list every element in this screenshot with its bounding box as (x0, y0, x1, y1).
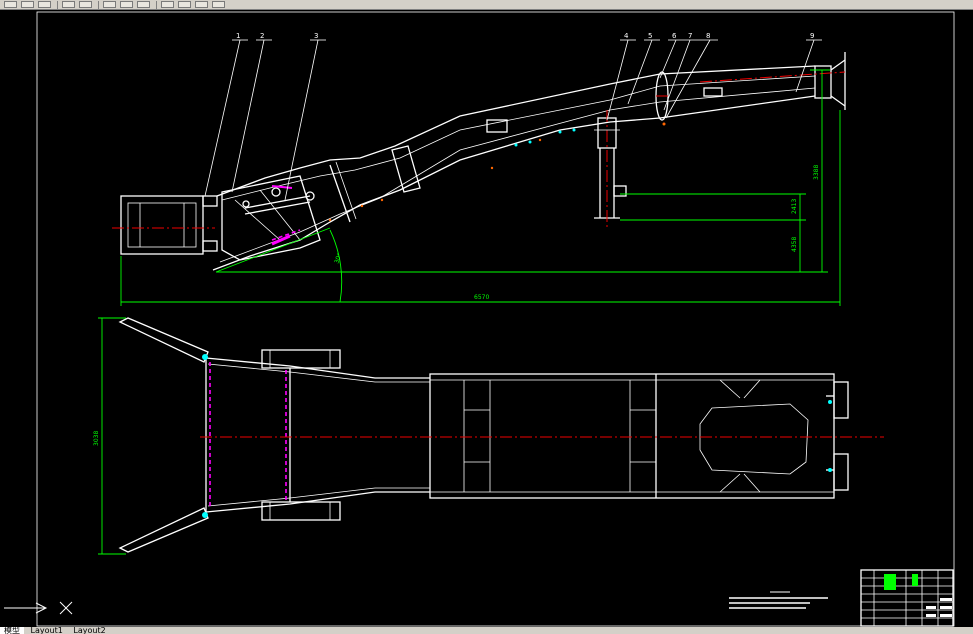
tab-model[interactable]: 模型 (0, 627, 24, 634)
part-label-4: 4 (624, 32, 629, 40)
part-label-8: 8 (706, 32, 710, 40)
frame-upper-chord (216, 65, 816, 197)
drawing-canvas[interactable]: 1 2 3 4 5 6 7 8 9 6570 3388 2413 4358 30… (0, 0, 973, 634)
technical-notes (729, 591, 828, 609)
part-label-2: 2 (260, 32, 264, 40)
dimension-lines (120, 69, 841, 306)
dim-offset-a: 2413 (791, 199, 798, 214)
dim-plan-width: 3038 (93, 431, 100, 446)
part-label-7: 7 (688, 32, 692, 40)
hopper-box (120, 195, 204, 255)
part-label-1: 1 (236, 32, 240, 40)
part-label-9: 9 (810, 32, 814, 40)
dim-height-right: 3388 (813, 165, 820, 180)
head-end (814, 65, 832, 99)
wing-bottom (118, 507, 209, 553)
title-block (860, 569, 954, 627)
dim-offset-b: 4358 (791, 237, 798, 252)
drawing-border (36, 11, 955, 627)
part-label-5: 5 (648, 32, 652, 40)
layout-tabs: 模型 Layout1 Layout2 (0, 627, 973, 634)
tab-layout2[interactable]: Layout2 (69, 627, 109, 634)
elevation-view: 1 2 3 4 5 6 7 8 9 6570 3388 2413 4358 30… (112, 32, 846, 306)
tab-layout1[interactable]: Layout1 (27, 627, 67, 634)
dim-overall-length: 6570 (474, 294, 489, 301)
ucs-icon (4, 601, 73, 615)
hopper-inner (127, 202, 197, 248)
plan-view: 3038 (93, 317, 884, 555)
plan-main-frame (429, 373, 835, 499)
wing-top (118, 317, 209, 363)
part-label-6: 6 (672, 32, 677, 40)
frame-lower-chord (212, 95, 816, 271)
dim-angle: 30° (333, 252, 343, 264)
part-label-3: 3 (314, 32, 318, 40)
